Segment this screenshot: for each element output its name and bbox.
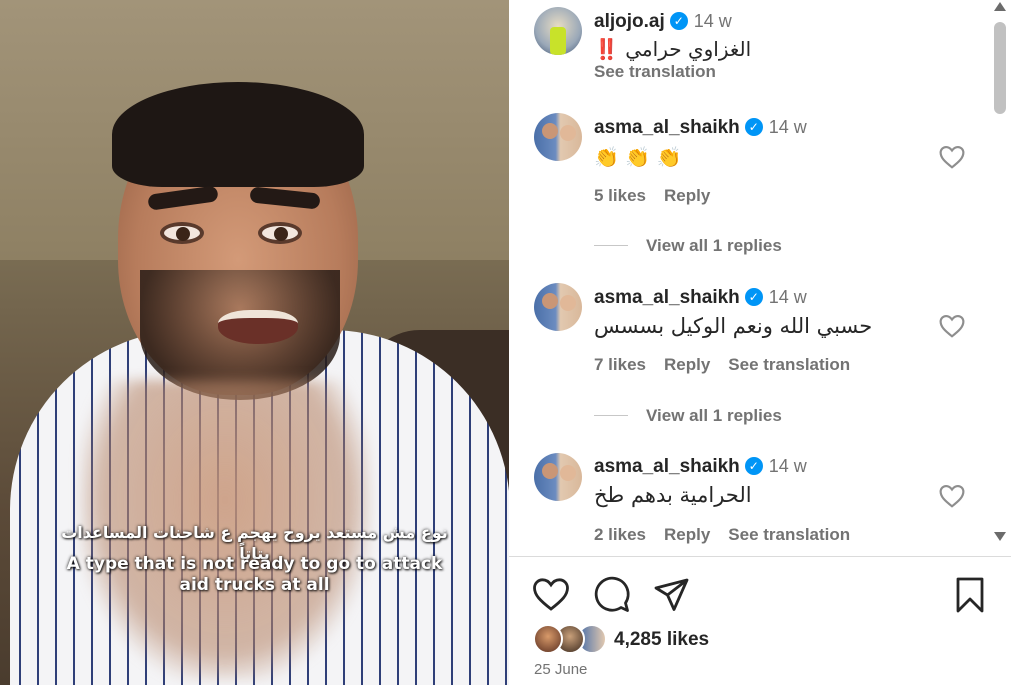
likes-summary[interactable]: 4,285 likes: [533, 624, 833, 656]
comment-like-heart-icon[interactable]: [939, 145, 965, 169]
post-caption: الغزاوي حرامي ‼️: [594, 37, 752, 61]
liker-avatar: [533, 624, 563, 654]
comment-text: 👏 👏 👏: [594, 145, 682, 169]
video-mouth: [218, 310, 298, 344]
scroll-up-arrow-icon[interactable]: [994, 2, 1006, 11]
comment-reply-button[interactable]: Reply: [664, 186, 710, 205]
actions-divider: [509, 556, 1011, 557]
reply-line-divider: [594, 415, 628, 416]
comment-meta: 7 likes Reply See translation: [594, 355, 868, 375]
comment-avatar[interactable]: [534, 453, 582, 501]
author-avatar[interactable]: [534, 7, 582, 55]
comment-time: 14 w: [768, 287, 807, 307]
comment-bubble-icon[interactable]: [592, 575, 632, 615]
comment-reply-button[interactable]: Reply: [664, 355, 710, 374]
scroll-down-arrow-icon[interactable]: [994, 532, 1006, 541]
video-hair: [112, 82, 364, 187]
comment-text: حسبي الله ونعم الوكيل بسسس: [594, 314, 873, 338]
post-date: 25 June: [534, 661, 588, 678]
comment-meta: 5 likes Reply: [594, 186, 728, 206]
verified-badge-icon: ✓: [669, 12, 688, 30]
verified-badge-icon: ✓: [744, 118, 763, 136]
comment-header: asma_al_shaikh ✓ 14 w: [594, 117, 807, 139]
comment-time: 14 w: [768, 456, 807, 476]
scrollbar-thumb[interactable]: [994, 22, 1006, 114]
paper-plane-icon[interactable]: [652, 575, 692, 615]
heart-icon[interactable]: [531, 575, 571, 615]
view-replies-label[interactable]: View all 1 replies: [646, 236, 782, 255]
post-actions: [509, 575, 1011, 615]
comment-header: asma_al_shaikh ✓ 14 w: [594, 456, 807, 478]
verified-badge-icon: ✓: [744, 288, 763, 306]
comment-like-heart-icon[interactable]: [939, 314, 965, 338]
likes-count[interactable]: 4,285 likes: [614, 629, 709, 651]
comment-reply-button[interactable]: Reply: [664, 525, 710, 544]
comment-username[interactable]: asma_al_shaikh: [594, 117, 740, 138]
comment-header: asma_al_shaikh ✓ 14 w: [594, 287, 807, 309]
video-subtitle-english: A type that is not ready to go to attack…: [66, 554, 443, 595]
comment-likes[interactable]: 5 likes: [594, 186, 646, 205]
comment-username[interactable]: asma_al_shaikh: [594, 287, 740, 308]
view-replies-label[interactable]: View all 1 replies: [646, 406, 782, 425]
comment-like-heart-icon[interactable]: [939, 484, 965, 508]
comments-panel: aljojo.aj ✓ 14 w الغزاوي حرامي ‼️ See tran…: [509, 0, 1011, 685]
reply-line-divider: [594, 245, 628, 246]
view-replies[interactable]: View all 1 replies: [594, 406, 782, 426]
video-eye-right: [258, 222, 302, 244]
post-author-username[interactable]: aljojo.aj: [594, 11, 665, 32]
bookmark-icon[interactable]: [950, 575, 990, 615]
comment-see-translation[interactable]: See translation: [728, 525, 850, 544]
comment-avatar[interactable]: [534, 283, 582, 331]
comment-meta: 2 likes Reply See translation: [594, 525, 868, 545]
video-eye-left: [160, 222, 204, 244]
comment-see-translation[interactable]: See translation: [728, 355, 850, 374]
comments-list[interactable]: aljojo.aj ✓ 14 w الغزاوي حرامي ‼️ See tran…: [509, 0, 989, 555]
comment-likes[interactable]: 2 likes: [594, 525, 646, 544]
view-replies[interactable]: View all 1 replies: [594, 236, 782, 256]
comment-avatar[interactable]: [534, 113, 582, 161]
comment-text: الحرامية بدهم طخ: [594, 483, 752, 507]
comment-time: 14 w: [768, 117, 807, 137]
post-see-translation[interactable]: See translation: [594, 62, 716, 82]
post-time: 14 w: [693, 11, 732, 31]
verified-badge-icon: ✓: [744, 457, 763, 475]
comment-likes[interactable]: 7 likes: [594, 355, 646, 374]
post-author-row: aljojo.aj ✓ 14 w: [594, 11, 732, 33]
comments-scrollbar[interactable]: [989, 0, 1011, 555]
reel-video[interactable]: نوع مش مستعد يروح يهجم ع شاحنات المساعدا…: [0, 0, 509, 685]
comment-username[interactable]: asma_al_shaikh: [594, 456, 740, 477]
